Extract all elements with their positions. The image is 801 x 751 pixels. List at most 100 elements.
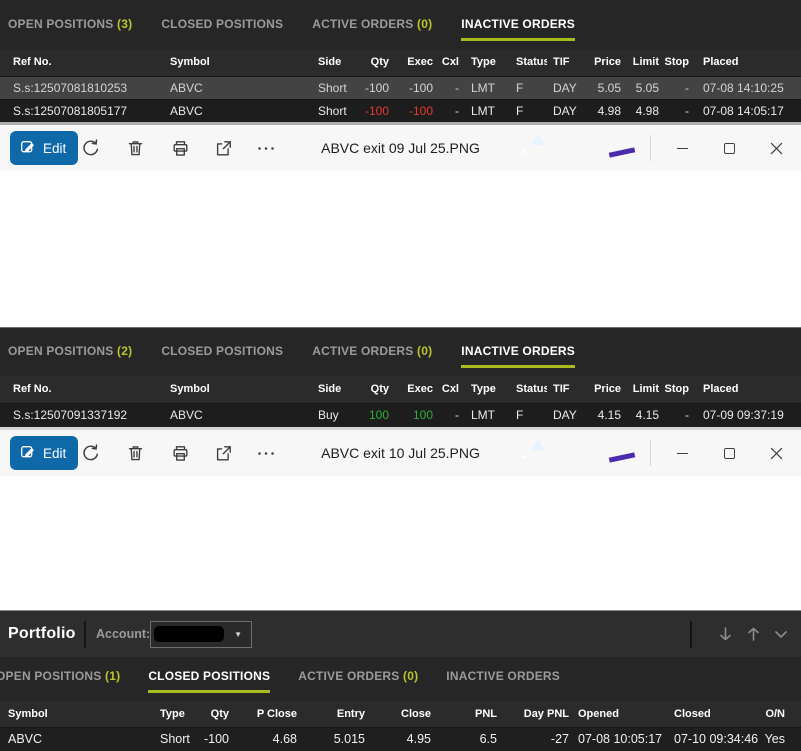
tab-label: OPEN POSITIONS xyxy=(0,669,102,683)
portfolio-tabbar: OPEN POSITIONS (1) CLOSED POSITIONS ACTIVE… xyxy=(0,657,801,693)
tab-count: (0) xyxy=(399,669,419,683)
print-icon[interactable] xyxy=(164,132,196,164)
delete-icon[interactable] xyxy=(119,132,151,164)
cell-limit: 4.98 xyxy=(635,103,659,118)
move-up-icon[interactable] xyxy=(740,623,766,645)
minimize-button[interactable] xyxy=(659,125,705,171)
cell-price: 4.98 xyxy=(597,103,621,118)
tab-open-positions[interactable]: OPEN POSITIONS (2) xyxy=(8,344,132,368)
tab-active-orders[interactable]: ACTIVE ORDERS (0) xyxy=(312,17,432,41)
tab-closed-positions[interactable]: CLOSED POSITIONS xyxy=(161,344,283,368)
col-header-opened: Opened xyxy=(578,707,619,720)
cell-placed: 07-09 09:37:19 xyxy=(703,408,784,423)
maximize-button[interactable] xyxy=(706,125,752,171)
designer-icon[interactable] xyxy=(560,443,580,463)
toolbar-divider xyxy=(650,440,651,466)
dropdown-caret-icon: ▼ xyxy=(234,630,242,639)
inactive-orders-table-middle: Ref No. Symbol Side Qty Exec Cxl Type Status TIF… xyxy=(0,376,801,427)
col-header-ref-no: Ref No. xyxy=(13,383,52,396)
collapse-chevron-icon[interactable] xyxy=(768,623,794,645)
tab-inactive-orders[interactable]: INACTIVE ORDERS xyxy=(461,17,575,41)
photos-ai-icon[interactable]: ✦ xyxy=(518,135,545,158)
account-select[interactable]: ▼ xyxy=(150,621,252,648)
col-header-qty: Qty xyxy=(370,56,389,69)
cell-type: LMT xyxy=(471,103,495,118)
photos-toolbar: Edit ABVC exit 10 Jul 25.PNG ✦ xyxy=(0,430,801,476)
tab-inactive-orders[interactable]: INACTIVE ORDERS xyxy=(446,669,560,693)
edit-button-label: Edit xyxy=(43,140,67,156)
edit-button[interactable]: Edit xyxy=(10,436,79,470)
tab-label: INACTIVE ORDERS xyxy=(461,17,575,31)
col-header-day-pnl: Day PNL xyxy=(523,707,569,720)
share-icon[interactable] xyxy=(207,437,239,469)
tab-closed-positions[interactable]: CLOSED POSITIONS xyxy=(148,669,271,693)
cell-o-n: Yes xyxy=(764,732,785,747)
cell-symbol: ABVC xyxy=(8,732,43,747)
table-row[interactable]: S.s:12507081810253 ABVC Short -100 -100- LMT F… xyxy=(0,76,801,99)
minimize-button[interactable] xyxy=(659,430,705,476)
portfolio-header-bar: Portfolio Account: ▼ xyxy=(0,611,801,657)
col-header-stop: Stop xyxy=(664,56,689,69)
delete-icon[interactable] xyxy=(119,437,151,469)
tab-count: (2) xyxy=(113,344,133,358)
toolbar-divider xyxy=(650,135,651,161)
cell-side: Buy xyxy=(318,408,339,423)
clipchamp-icon[interactable] xyxy=(602,138,622,158)
col-header-stop: Stop xyxy=(664,383,689,396)
tab-open-positions[interactable]: OPEN POSITIONS (3) xyxy=(8,17,132,41)
portfolio-panel: Portfolio Account: ▼ OPEN POSITIONS (1) C… xyxy=(0,610,801,751)
more-options-icon[interactable] xyxy=(250,437,282,469)
cell-symbol: ABVC xyxy=(170,103,203,118)
col-header-price: Price xyxy=(594,383,621,396)
divider xyxy=(690,621,692,648)
table-row[interactable]: ABVC Short -100 4.68 5.015 4.95 6.5 -27 07-08 10… xyxy=(0,727,801,751)
tab-active-orders[interactable]: ACTIVE ORDERS (0) xyxy=(298,669,418,693)
cell-tif: DAY xyxy=(553,103,577,118)
orders-tabbar-middle: OPEN POSITIONS (2) CLOSED POSITIONS ACTIVE… xyxy=(0,328,801,368)
col-header-cxl: Cxl xyxy=(441,383,459,396)
more-options-icon[interactable] xyxy=(250,132,282,164)
tab-label: CLOSED POSITIONS xyxy=(161,17,284,31)
tab-count: (0) xyxy=(413,17,433,31)
close-button[interactable] xyxy=(753,430,799,476)
designer-icon[interactable] xyxy=(560,138,580,158)
cell-ref-no: S.s:12507081805177 xyxy=(13,103,128,118)
table-row[interactable]: S.s:12507091337192 ABVC Buy 100 100- LMT F DAY 4… xyxy=(0,403,801,427)
col-header-o-n: O/N xyxy=(765,707,785,720)
table-row[interactable]: S.s:12507081805177 ABVC Short -100 -100- LMT F… xyxy=(0,99,801,122)
cell-exec: 100 xyxy=(412,408,433,423)
cell-symbol: ABVC xyxy=(170,80,203,95)
cell-qty: -100 xyxy=(203,732,229,747)
photos-window-2: Edit ABVC exit 10 Jul 25.PNG ✦ xyxy=(0,430,801,610)
tab-closed-positions[interactable]: CLOSED POSITIONS xyxy=(161,17,283,41)
cell-cxl: - xyxy=(455,80,459,95)
col-header-price: Price xyxy=(594,56,621,69)
clipchamp-icon[interactable] xyxy=(602,443,622,463)
col-header-qty: Qty xyxy=(210,707,229,720)
photo-content-area xyxy=(0,171,801,327)
cell-day-pnl: -27 xyxy=(550,732,569,747)
col-header-close: Close xyxy=(401,707,431,720)
share-icon[interactable] xyxy=(207,132,239,164)
rotate-icon[interactable] xyxy=(74,437,106,469)
col-header-closed: Closed xyxy=(674,707,711,720)
photos-ai-icon[interactable]: ✦ xyxy=(518,440,545,463)
edit-button[interactable]: Edit xyxy=(10,131,79,165)
tab-inactive-orders[interactable]: INACTIVE ORDERS xyxy=(461,344,575,368)
tab-open-positions[interactable]: OPEN POSITIONS (1) xyxy=(0,669,120,693)
tab-active-orders[interactable]: ACTIVE ORDERS (0) xyxy=(312,344,432,368)
col-header-status: Status xyxy=(516,56,547,69)
cell-status: F xyxy=(516,80,524,95)
rotate-icon[interactable] xyxy=(74,132,106,164)
move-down-icon[interactable] xyxy=(712,623,738,645)
cell-cxl: - xyxy=(455,103,459,118)
tab-count: (0) xyxy=(413,344,433,358)
col-header-exec: Exec xyxy=(407,383,433,396)
cell-exec: -100 xyxy=(408,80,433,95)
maximize-button[interactable] xyxy=(706,430,752,476)
print-icon[interactable] xyxy=(164,437,196,469)
close-button[interactable] xyxy=(753,125,799,171)
col-header-entry: Entry xyxy=(336,707,365,720)
cell-status: F xyxy=(516,408,524,423)
col-header-side: Side xyxy=(318,56,342,69)
